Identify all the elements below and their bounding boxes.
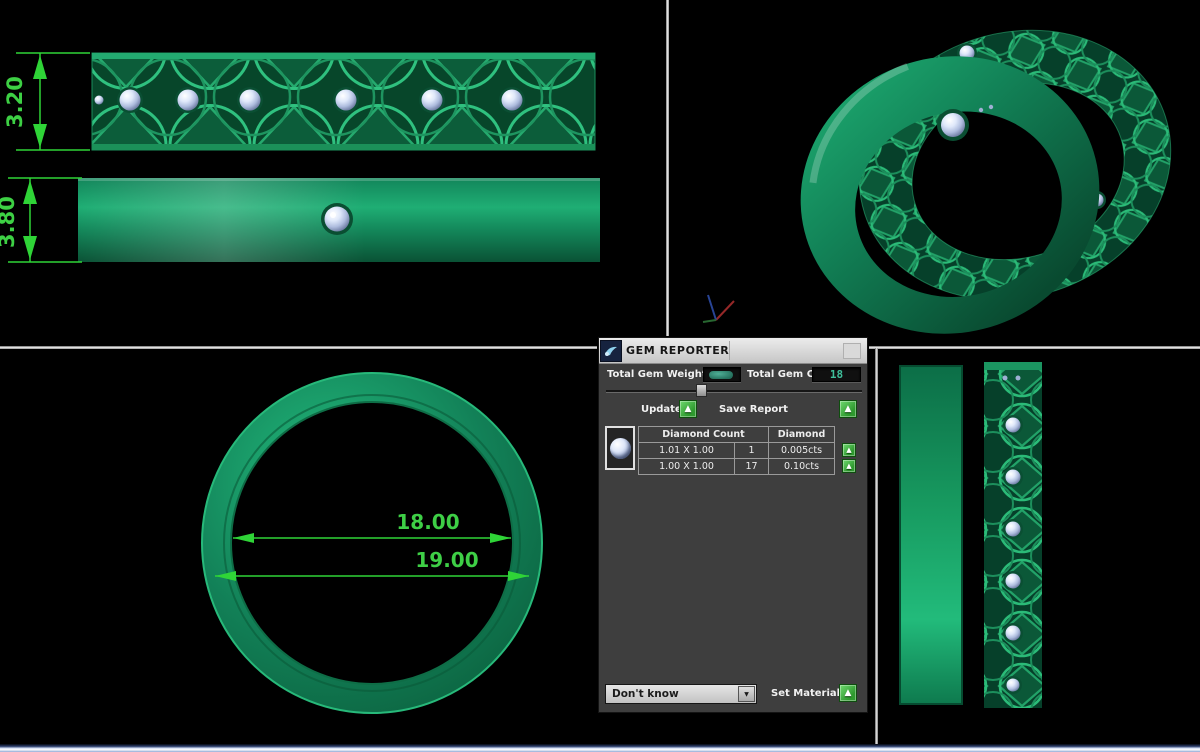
header-diamond: Diamond [769, 427, 835, 443]
taskbar-edge [0, 744, 1200, 752]
viewport-splitter-vertical-bottom[interactable] [875, 348, 878, 745]
gem-table-header-row: Diamond Count Diamond [639, 427, 835, 443]
dim-label-19-00: 19.00 [415, 548, 478, 572]
axis-gizmo-icon [703, 295, 734, 322]
dim-label-18-00: 18.00 [396, 510, 459, 534]
plain-band-front-view [900, 366, 962, 704]
titlebar-separator [729, 341, 730, 360]
gem-ball-icon [610, 438, 631, 459]
gem-thumbnail[interactable] [605, 426, 635, 470]
patterned-band-front-view [984, 362, 1042, 708]
gem-count-cell[interactable]: 17 [735, 459, 769, 475]
gem-table: Diamond Count Diamond 1.01 X 1.00 1 0.00… [638, 426, 835, 475]
header-diamond-count: Diamond Count [639, 427, 769, 443]
dimension-band-height: 3.20 [3, 53, 90, 150]
dimension-outer-diameter: 19.00 [215, 548, 529, 581]
total-gem-weight-label: Total Gem Weight [607, 369, 707, 380]
gem-table-row[interactable]: 1.01 X 1.00 1 0.005cts [639, 443, 835, 459]
dim-label-3-20: 3.20 [3, 76, 27, 128]
center-diamond-gem [325, 207, 350, 232]
material-dropdown[interactable]: Don't know [605, 684, 757, 704]
gem-size-cell[interactable]: 1.01 X 1.00 [639, 443, 735, 459]
dimension-inner-diameter: 18.00 [233, 510, 511, 543]
gem-reporter-dialog: GEM REPORTER Total Gem Weight Total Gem … [598, 337, 868, 713]
gem-row-action-button[interactable] [842, 443, 856, 457]
dialog-titlebar[interactable]: GEM REPORTER [599, 338, 867, 364]
cad-application-window: 3.20 3.80 [0, 0, 1200, 752]
total-gem-weight-field[interactable] [703, 367, 741, 382]
set-material-button[interactable] [839, 684, 857, 702]
set-material-label: Set Material [771, 688, 840, 699]
gem-reporter-icon [600, 340, 622, 362]
ring-3d [771, 0, 1200, 347]
gem-table-row[interactable]: 1.00 X 1.00 17 0.10cts [639, 459, 835, 475]
save-report-label: Save Report [719, 404, 788, 415]
gem-size-cell[interactable]: 1.00 X 1.00 [639, 459, 735, 475]
ring-top-view [202, 373, 542, 713]
update-button[interactable] [679, 400, 697, 418]
gem-count-cell[interactable]: 1 [735, 443, 769, 459]
zoom-slider-handle[interactable] [696, 384, 707, 397]
dim-label-3-80: 3.80 [0, 196, 19, 248]
solitaire-gem-3d [941, 113, 965, 137]
save-report-button[interactable] [839, 400, 857, 418]
total-gem-weight-value [709, 371, 733, 379]
titlebar-grip[interactable] [843, 343, 861, 359]
total-gem-count-field[interactable]: 18 [812, 367, 861, 382]
material-dropdown-value: Don't know [606, 688, 738, 700]
dropdown-arrow-icon[interactable] [738, 686, 755, 702]
viewport-front-side[interactable]: 3.20 3.80 [0, 0, 667, 347]
plain-band-side-view [78, 178, 600, 262]
dialog-title: GEM REPORTER [626, 344, 729, 357]
total-gem-count-value: 18 [813, 368, 860, 381]
viewport-right-side[interactable] [877, 348, 1200, 745]
update-label: Update [641, 404, 682, 415]
gem-weight-cell[interactable]: 0.10cts [769, 459, 835, 475]
patterned-band-side-view [92, 53, 595, 150]
gem-row-action-button[interactable] [842, 459, 856, 473]
viewport-splitter-vertical-top[interactable] [666, 0, 669, 347]
zoom-slider-track[interactable] [606, 390, 862, 393]
viewport-perspective[interactable] [670, 0, 1200, 347]
dimension-shank-width: 3.80 [0, 178, 82, 262]
gem-weight-cell[interactable]: 0.005cts [769, 443, 835, 459]
